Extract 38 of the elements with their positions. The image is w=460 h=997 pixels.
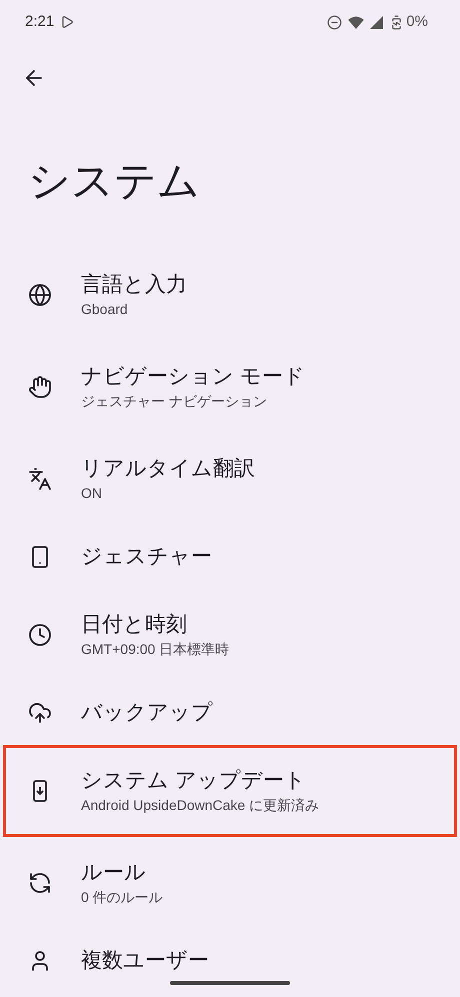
item-title: バックアップ [81,700,213,726]
item-subtitle: ジェスチャー ナビゲーション [81,392,268,411]
item-subtitle: 0 件のルール [81,888,163,907]
item-title: ジェスチャー [81,544,212,570]
globe-icon [28,283,52,307]
cloud-upload-icon [28,701,52,725]
settings-item[interactable]: ジェスチャー [0,525,460,589]
settings-item[interactable]: ナビゲーション モード ジェスチャー ナビゲーション [0,341,460,433]
play-store-icon [60,15,74,29]
status-time: 2:21 [25,12,54,32]
settings-item[interactable]: システム アップデート Android UpsideDownCake に更新済み [3,745,457,837]
settings-item[interactable]: リアルタイム翻訳 ON [0,433,460,525]
settings-item[interactable]: 日付と時刻 GMT+09:00 日本標準時 [0,589,460,681]
settings-item[interactable]: 言語と入力 Gboard [0,249,460,341]
item-title: システム アップデート [81,768,307,794]
do-not-disturb-icon [327,14,342,30]
item-subtitle: Gboard [81,300,129,319]
item-subtitle: GMT+09:00 日本標準時 [81,640,230,659]
clock-icon [28,623,52,647]
translate-icon [28,467,52,491]
navigation-handle[interactable] [170,981,290,985]
item-title: ルール [81,860,147,886]
settings-item[interactable]: バックアップ [0,681,460,745]
signal-icon [370,16,384,28]
item-subtitle: ON [81,484,103,503]
item-title: ナビゲーション モード [81,364,305,390]
battery-level: 0% [406,12,428,32]
hand-icon [28,375,52,399]
item-title: 日付と時刻 [81,612,188,638]
page-title: システム [28,160,200,202]
item-title: リアルタイム翻訳 [81,456,255,482]
item-title: 言語と入力 [81,272,187,298]
settings-item[interactable]: ルール 0 件のルール [0,837,460,929]
wifi-icon [348,16,364,28]
rotate-icon [28,871,52,895]
item-title: 複数ユーザー [81,948,209,974]
settings-item[interactable]: 複数ユーザー [0,929,460,993]
item-subtitle: Android UpsideDownCake に更新済み [81,796,320,815]
